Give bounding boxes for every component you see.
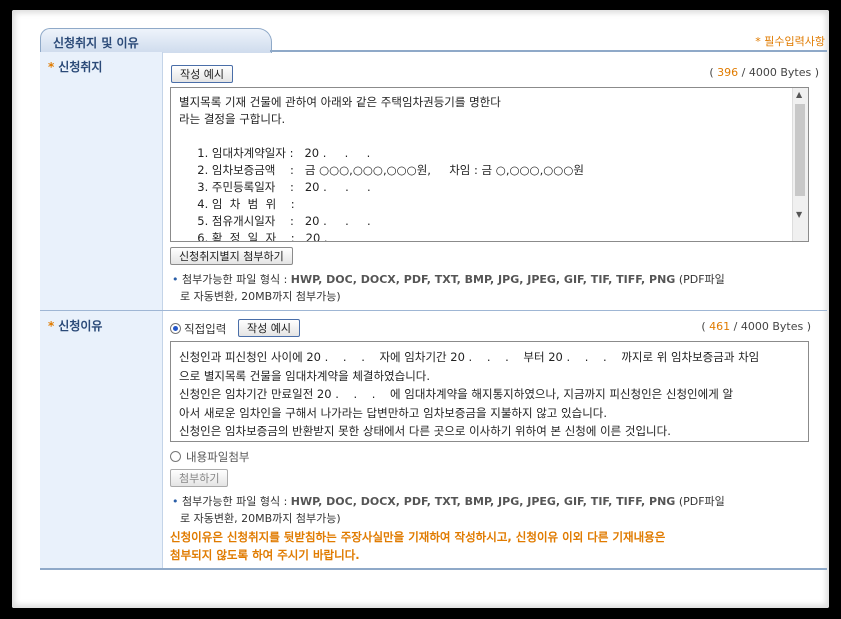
section-title: 신청취지 및 이유 (53, 36, 139, 50)
purpose-text: 별지목록 기재 건물에 관하여 아래와 같은 주택임차권등기를 명한다 라는 결… (179, 95, 584, 242)
reason-example-button[interactable]: 작성 예시 (238, 319, 300, 337)
purpose-label: * 신청취지 (48, 60, 103, 74)
required-note: * 필수입력사항 (755, 35, 825, 48)
section-bottom-border (40, 568, 827, 570)
purpose-scrollbar[interactable]: ▲ ▼ (792, 88, 808, 241)
bullet-icon: • (172, 273, 179, 286)
reason-label-cell: * 신청이유 (40, 311, 163, 568)
radio-direct-label[interactable]: 직접입력 (184, 321, 226, 337)
radio-file-attach[interactable] (170, 451, 181, 462)
reason-warning: 신청이유은 신청취지를 뒷받침하는 주장사실만을 기재하여 작성하시고, 신청이… (170, 530, 666, 562)
scroll-up-icon[interactable]: ▲ (796, 90, 802, 99)
purpose-label-cell: * 신청취지 (40, 52, 163, 310)
reason-attach-button[interactable]: 첨부하기 (170, 469, 229, 487)
reason-file-info: • 첨부가능한 파일 형식 : HWP, DOC, DOCX, PDF, TXT… (172, 495, 725, 525)
purpose-textarea[interactable]: 별지목록 기재 건물에 관하여 아래와 같은 주택임차권등기를 명한다 라는 결… (170, 87, 809, 242)
scroll-thumb[interactable] (795, 104, 805, 196)
purpose-file-info: • 첨부가능한 파일 형식 : HWP, DOC, DOCX, PDF, TXT… (172, 273, 725, 303)
reason-byte-counter: ( 461 / 4000 Bytes ) (701, 320, 811, 333)
tab-underline (270, 50, 827, 52)
section-tab: 신청취지 및 이유 (40, 28, 272, 53)
radio-file-label[interactable]: 내용파일첨부 (186, 449, 249, 465)
reason-label: * 신청이유 (48, 319, 103, 333)
reason-text: 신청인과 피신청인 사이에 20 . . . 자에 임차기간 20 . . . … (179, 350, 760, 438)
form-panel: 신청취지 및 이유 * 필수입력사항 * 신청취지 작성 예시 ( 396 / 4… (12, 10, 829, 608)
form-content: 신청취지 및 이유 * 필수입력사항 * 신청취지 작성 예시 ( 396 / 4… (40, 10, 827, 608)
radio-direct-input[interactable] (170, 323, 181, 334)
purpose-example-button[interactable]: 작성 예시 (171, 65, 233, 83)
purpose-byte-counter: ( 396 / 4000 Bytes ) (709, 66, 819, 79)
purpose-attach-button[interactable]: 신청취지별지 첨부하기 (170, 247, 293, 265)
scroll-down-icon[interactable]: ▼ (796, 210, 802, 219)
bullet-icon: • (172, 495, 179, 508)
reason-textarea[interactable]: 신청인과 피신청인 사이에 20 . . . 자에 임차기간 20 . . . … (170, 341, 809, 442)
